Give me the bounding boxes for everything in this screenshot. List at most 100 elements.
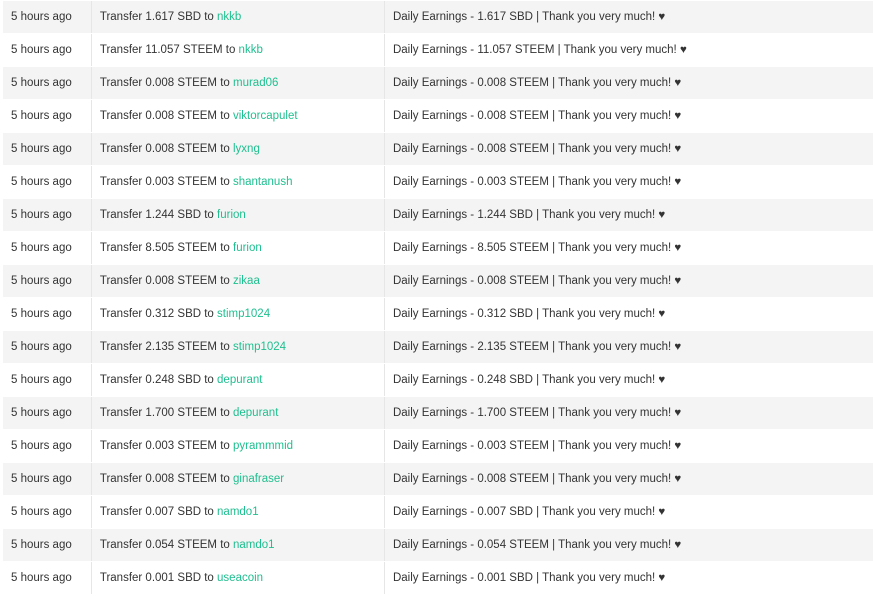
transfer-description: Transfer 0.003 STEEM to shantanush bbox=[91, 165, 385, 199]
transfer-description: Transfer 11.057 STEEM to nkkb bbox=[91, 33, 385, 67]
table-row: 5 hours ago Transfer 1.700 STEEM to depur… bbox=[3, 396, 873, 430]
transfer-description: Transfer 0.003 STEEM to pyrammmid bbox=[91, 429, 385, 463]
transfer-memo: Daily Earnings - 11.057 STEEM | Thank yo… bbox=[384, 33, 873, 67]
transfer-time: 5 hours ago bbox=[3, 363, 92, 397]
transfer-memo: Daily Earnings - 0.054 STEEM | Thank you… bbox=[384, 528, 873, 562]
transfer-time: 5 hours ago bbox=[3, 495, 92, 529]
transfer-memo: Daily Earnings - 0.008 STEEM | Thank you… bbox=[384, 99, 873, 133]
recipient-account-link[interactable]: pyrammmid bbox=[233, 440, 293, 452]
table-row: 5 hours ago Transfer 0.312 SBD to stimp10… bbox=[3, 297, 873, 331]
transfer-amount-text: Transfer 0.054 STEEM to bbox=[99, 539, 233, 551]
transfer-memo: Daily Earnings - 8.505 STEEM | Thank you… bbox=[384, 231, 873, 265]
transfer-time: 5 hours ago bbox=[3, 429, 92, 463]
transfer-description: Transfer 0.008 STEEM to viktorcapulet bbox=[91, 99, 385, 133]
transfer-memo: Daily Earnings - 0.312 SBD | Thank you v… bbox=[384, 297, 873, 331]
table-row: 5 hours ago Transfer 0.008 STEEM to lyxng… bbox=[3, 132, 873, 166]
transfer-memo: Daily Earnings - 1.244 SBD | Thank you v… bbox=[384, 198, 873, 232]
table-row: 5 hours ago Transfer 0.001 SBD to useacoi… bbox=[3, 561, 873, 595]
transfer-amount-text: Transfer 0.312 SBD to bbox=[99, 308, 218, 320]
transfer-memo: Daily Earnings - 0.007 SBD | Thank you v… bbox=[384, 495, 873, 529]
transfer-time: 5 hours ago bbox=[3, 297, 92, 331]
transfer-description: Transfer 0.008 STEEM to lyxng bbox=[91, 132, 385, 166]
transfer-history-body: 5 hours ago Transfer 1.617 SBD to nkkb Dai… bbox=[3, 1, 873, 595]
recipient-account-link[interactable]: stimp1024 bbox=[233, 341, 286, 353]
recipient-account-link[interactable]: ginafraser bbox=[233, 473, 284, 485]
transfer-time: 5 hours ago bbox=[3, 33, 92, 67]
recipient-account-link[interactable]: lyxng bbox=[233, 143, 260, 155]
transfer-time: 5 hours ago bbox=[3, 462, 92, 496]
transfer-time: 5 hours ago bbox=[3, 330, 92, 364]
recipient-account-link[interactable]: depurant bbox=[233, 407, 278, 419]
transfer-amount-text: Transfer 0.248 SBD to bbox=[99, 374, 218, 386]
table-row: 5 hours ago Transfer 0.248 SBD to depuran… bbox=[3, 363, 873, 397]
table-row: 5 hours ago Transfer 0.008 STEEM to murad… bbox=[3, 66, 873, 100]
recipient-account-link[interactable]: depurant bbox=[217, 374, 262, 386]
transfer-time: 5 hours ago bbox=[3, 528, 92, 562]
transfer-amount-text: Transfer 0.008 STEEM to bbox=[99, 77, 233, 89]
table-row: 5 hours ago Transfer 0.008 STEEM to zikaa… bbox=[3, 264, 873, 298]
transfer-amount-text: Transfer 8.505 STEEM to bbox=[99, 242, 233, 254]
transfer-amount-text: Transfer 0.008 STEEM to bbox=[99, 275, 233, 287]
transfer-amount-text: Transfer 11.057 STEEM to bbox=[99, 44, 239, 56]
recipient-account-link[interactable]: furion bbox=[217, 209, 246, 221]
table-row: 5 hours ago Transfer 8.505 STEEM to furio… bbox=[3, 231, 873, 265]
transfer-time: 5 hours ago bbox=[3, 561, 92, 595]
transfer-memo: Daily Earnings - 0.008 STEEM | Thank you… bbox=[384, 132, 873, 166]
transfer-description: Transfer 0.312 SBD to stimp1024 bbox=[91, 297, 385, 331]
transfer-time: 5 hours ago bbox=[3, 198, 92, 232]
transfer-memo: Daily Earnings - 0.001 SBD | Thank you v… bbox=[384, 561, 873, 595]
transfer-memo: Daily Earnings - 0.008 STEEM | Thank you… bbox=[384, 264, 873, 298]
transfer-amount-text: Transfer 0.008 STEEM to bbox=[99, 143, 233, 155]
table-row: 5 hours ago Transfer 1.244 SBD to furion D… bbox=[3, 198, 873, 232]
transfer-amount-text: Transfer 1.700 STEEM to bbox=[99, 407, 233, 419]
transfer-description: Transfer 0.008 STEEM to zikaa bbox=[91, 264, 385, 298]
transfer-amount-text: Transfer 0.003 STEEM to bbox=[99, 176, 233, 188]
recipient-account-link[interactable]: nkkb bbox=[239, 44, 263, 56]
transfer-history-table: 5 hours ago Transfer 1.617 SBD to nkkb Dai… bbox=[3, 1, 873, 595]
transfer-memo: Daily Earnings - 1.617 SBD | Thank you v… bbox=[384, 1, 873, 34]
transfer-memo: Daily Earnings - 0.248 SBD | Thank you v… bbox=[384, 363, 873, 397]
transfer-amount-text: Transfer 0.001 SBD to bbox=[99, 572, 218, 584]
recipient-account-link[interactable]: namdo1 bbox=[233, 539, 275, 551]
recipient-account-link[interactable]: shantanush bbox=[233, 176, 292, 188]
transfer-description: Transfer 1.700 STEEM to depurant bbox=[91, 396, 385, 430]
recipient-account-link[interactable]: furion bbox=[233, 242, 262, 254]
transfer-memo: Daily Earnings - 0.003 STEEM | Thank you… bbox=[384, 429, 873, 463]
transfer-time: 5 hours ago bbox=[3, 165, 92, 199]
transfer-description: Transfer 0.008 STEEM to murad06 bbox=[91, 66, 385, 100]
transfer-time: 5 hours ago bbox=[3, 264, 92, 298]
recipient-account-link[interactable]: stimp1024 bbox=[217, 308, 270, 320]
transfer-memo: Daily Earnings - 0.008 STEEM | Thank you… bbox=[384, 462, 873, 496]
transfer-description: Transfer 0.001 SBD to useacoin bbox=[91, 561, 385, 595]
table-row: 5 hours ago Transfer 0.008 STEEM to vikto… bbox=[3, 99, 873, 133]
transfer-amount-text: Transfer 1.244 SBD to bbox=[99, 209, 218, 221]
transfer-time: 5 hours ago bbox=[3, 1, 92, 34]
transfer-time: 5 hours ago bbox=[3, 231, 92, 265]
recipient-account-link[interactable]: namdo1 bbox=[217, 506, 259, 518]
transfer-memo: Daily Earnings - 2.135 STEEM | Thank you… bbox=[384, 330, 873, 364]
transfer-amount-text: Transfer 0.003 STEEM to bbox=[99, 440, 233, 452]
transfer-description: Transfer 2.135 STEEM to stimp1024 bbox=[91, 330, 385, 364]
transfer-description: Transfer 0.248 SBD to depurant bbox=[91, 363, 385, 397]
transfer-memo: Daily Earnings - 0.008 STEEM | Thank you… bbox=[384, 66, 873, 100]
recipient-account-link[interactable]: murad06 bbox=[233, 77, 278, 89]
transfer-memo: Daily Earnings - 1.700 STEEM | Thank you… bbox=[384, 396, 873, 430]
transfer-amount-text: Transfer 1.617 SBD to bbox=[99, 11, 218, 23]
transfer-description: Transfer 1.244 SBD to furion bbox=[91, 198, 385, 232]
table-row: 5 hours ago Transfer 11.057 STEEM to nkkb… bbox=[3, 33, 873, 67]
recipient-account-link[interactable]: useacoin bbox=[217, 572, 263, 584]
recipient-account-link[interactable]: zikaa bbox=[233, 275, 260, 287]
table-row: 5 hours ago Transfer 0.003 STEEM to pyram… bbox=[3, 429, 873, 463]
transfer-time: 5 hours ago bbox=[3, 396, 92, 430]
table-row: 5 hours ago Transfer 0.007 SBD to namdo1 D… bbox=[3, 495, 873, 529]
transfer-amount-text: Transfer 0.008 STEEM to bbox=[99, 110, 233, 122]
transfer-description: Transfer 0.054 STEEM to namdo1 bbox=[91, 528, 385, 562]
transfer-description: Transfer 1.617 SBD to nkkb bbox=[91, 1, 385, 34]
transfer-amount-text: Transfer 2.135 STEEM to bbox=[99, 341, 233, 353]
recipient-account-link[interactable]: nkkb bbox=[217, 11, 241, 23]
transfer-memo: Daily Earnings - 0.003 STEEM | Thank you… bbox=[384, 165, 873, 199]
transfer-description: Transfer 0.008 STEEM to ginafraser bbox=[91, 462, 385, 496]
recipient-account-link[interactable]: viktorcapulet bbox=[233, 110, 298, 122]
table-row: 5 hours ago Transfer 1.617 SBD to nkkb Dai… bbox=[3, 1, 873, 34]
transfer-time: 5 hours ago bbox=[3, 132, 92, 166]
